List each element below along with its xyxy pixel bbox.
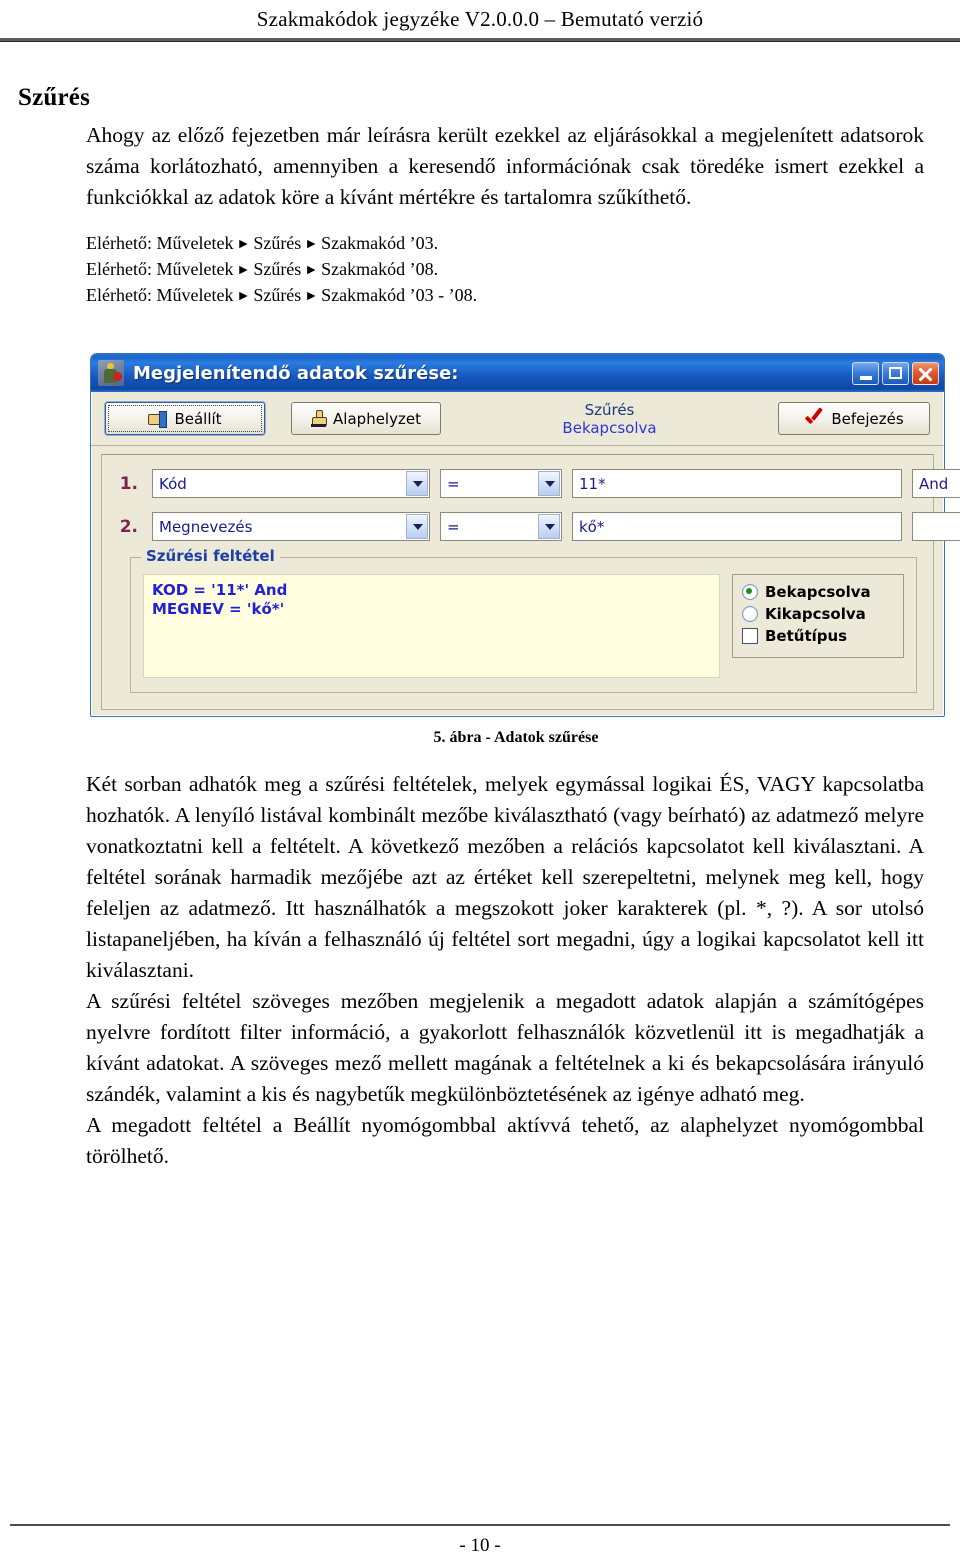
condition-field-combo[interactable]: Kód: [152, 469, 430, 498]
access-prefix: Elérhető: Műveletek: [86, 285, 234, 305]
checkbox-font[interactable]: Betűtípus: [742, 627, 895, 645]
figure-caption: 5. ábra - Adatok szűrése: [433, 729, 599, 746]
triangle-right-icon: ►: [236, 289, 251, 304]
page-number: - 10 -: [459, 1535, 501, 1556]
body-paragraph-1: Két sorban adhatók meg a szűrési feltéte…: [86, 772, 924, 982]
chevron-down-icon[interactable]: [406, 471, 428, 496]
access-level-2: Szakmakód ’03.: [321, 233, 439, 253]
access-prefix: Elérhető: Műveletek: [86, 233, 234, 253]
hand-pointing-up-icon: [311, 410, 328, 427]
condition-operator-combo[interactable]: =: [440, 512, 562, 541]
filter-status: Szűrés Bekapcsolva: [449, 401, 770, 437]
dialog-titlebar[interactable]: Megjelenítendő adatok szűrése:: [91, 354, 944, 392]
person-figure-icon: [98, 360, 124, 386]
checkbox-unchecked-icon[interactable]: [742, 628, 758, 644]
page-title: Szűrés: [18, 84, 91, 111]
access-level-1: Szűrés: [253, 233, 302, 253]
condition-row: 1. Kód = 11* And: [114, 469, 960, 498]
condition-logic-value: And: [919, 474, 949, 493]
page-footer: - 10 -: [10, 1524, 950, 1557]
filter-conditions-panel: 1. Kód = 11* And 2. Megnevezés = kő* Szű…: [101, 454, 960, 710]
running-header: Szakmakódok jegyzéke V2.0.0.0 – Bemutató…: [0, 0, 960, 42]
radio-disabled[interactable]: Kikapcsolva: [742, 605, 895, 623]
access-level-2: Szakmakód ’08.: [321, 259, 439, 279]
intro-paragraph: Ahogy az előző fejezetben már leírásra k…: [86, 123, 924, 209]
condition-field-combo[interactable]: Megnevezés: [152, 512, 430, 541]
access-level-1: Szűrés: [253, 285, 302, 305]
check-mark-icon: [804, 407, 824, 427]
body-paragraph-2: A szűrési feltétel szöveges mezőben megj…: [86, 989, 924, 1106]
condition-value-input[interactable]: 11*: [572, 469, 902, 498]
radio-enabled[interactable]: Bekapcsolva: [742, 583, 895, 601]
running-header-text: Szakmakódok jegyzéke V2.0.0.0 – Bemutató…: [256, 7, 704, 31]
triangle-right-icon: ►: [304, 263, 319, 278]
filter-expression-groupbox: Szűrési feltétel KOD = '11*' And MEGNEV …: [130, 547, 917, 693]
filter-dialog-window: Megjelenítendő adatok szűrése: Beállít A…: [90, 353, 960, 717]
condition-operator-combo[interactable]: =: [440, 469, 562, 498]
access-path-list: Elérhető: Műveletek ► Szűrés ► Szakmakód ’03…: [18, 231, 942, 309]
radio-disabled-label: Kikapcsolva: [765, 605, 866, 623]
triangle-right-icon: ►: [304, 289, 319, 304]
page-content: Szűrés Ahogy az előző fejezetben már leí…: [18, 62, 960, 1172]
condition-value-text: kő*: [579, 517, 605, 536]
condition-row: 2. Megnevezés = kő*: [114, 512, 960, 541]
condition-operator-value: =: [447, 517, 460, 536]
finish-button[interactable]: Befejezés: [778, 402, 930, 435]
condition-field-value: Megnevezés: [159, 517, 253, 536]
maximize-icon[interactable]: [882, 361, 909, 385]
radio-unselected-icon[interactable]: [742, 606, 758, 622]
access-level-2: Szakmakód ’03 - ’08.: [321, 285, 478, 305]
access-path-line: Elérhető: Műveletek ► Szűrés ► Szakmakód ’03…: [86, 283, 942, 309]
access-prefix: Elérhető: Műveletek: [86, 259, 234, 279]
radio-selected-icon[interactable]: [742, 584, 758, 600]
chevron-down-icon[interactable]: [406, 514, 428, 539]
condition-logic-combo[interactable]: [912, 512, 960, 541]
apply-button[interactable]: Beállít: [105, 402, 265, 435]
condition-value-text: 11*: [579, 474, 606, 493]
condition-value-input[interactable]: kő*: [572, 512, 902, 541]
condition-field-value: Kód: [159, 474, 187, 493]
figure-filter-dialog: Megjelenítendő adatok szűrése: Beállít A…: [18, 353, 960, 747]
header-divider: [0, 38, 960, 42]
reset-button[interactable]: Alaphelyzet: [291, 402, 441, 435]
apply-button-label: Beállít: [174, 409, 222, 428]
chevron-down-icon[interactable]: [538, 514, 560, 539]
triangle-right-icon: ►: [304, 237, 319, 252]
access-path-line: Elérhető: Műveletek ► Szűrés ► Szakmakód ’03…: [86, 231, 942, 257]
window-controls: [852, 361, 939, 385]
reset-button-label: Alaphelyzet: [333, 409, 421, 428]
triangle-right-icon: ►: [236, 263, 251, 278]
minimize-icon[interactable]: [852, 361, 879, 385]
filter-options-box: Bekapcsolva Kikapcsolva Betűtípus: [732, 574, 904, 658]
filter-status-title: Szűrés: [584, 400, 635, 419]
chevron-down-icon[interactable]: [538, 471, 560, 496]
close-icon[interactable]: [912, 361, 939, 385]
condition-operator-value: =: [447, 474, 460, 493]
access-level-1: Szűrés: [253, 259, 302, 279]
hand-pointing-left-icon: [148, 411, 168, 428]
condition-logic-combo[interactable]: And: [912, 469, 960, 498]
condition-row-number: 2.: [119, 516, 138, 537]
footer-divider: [10, 1524, 950, 1526]
radio-enabled-label: Bekapcsolva: [765, 583, 871, 601]
triangle-right-icon: ►: [236, 237, 251, 252]
dialog-toolbar: Beállít Alaphelyzet Szűrés Bekapcsolva B…: [91, 392, 944, 446]
filter-status-value: Bekapcsolva: [562, 418, 657, 437]
body-paragraph-3: A megadott feltétel a Beállít nyomógombb…: [86, 1113, 924, 1168]
condition-row-number: 1.: [119, 473, 138, 494]
filter-expression-textarea[interactable]: KOD = '11*' And MEGNEV = 'kő*': [143, 574, 720, 678]
checkbox-font-label: Betűtípus: [765, 627, 848, 645]
access-path-line: Elérhető: Műveletek ► Szűrés ► Szakmakód ’08…: [86, 257, 942, 283]
groupbox-legend: Szűrési feltétel: [141, 547, 280, 565]
dialog-title: Megjelenítendő adatok szűrése:: [133, 362, 459, 384]
finish-button-label: Befejezés: [831, 409, 904, 428]
